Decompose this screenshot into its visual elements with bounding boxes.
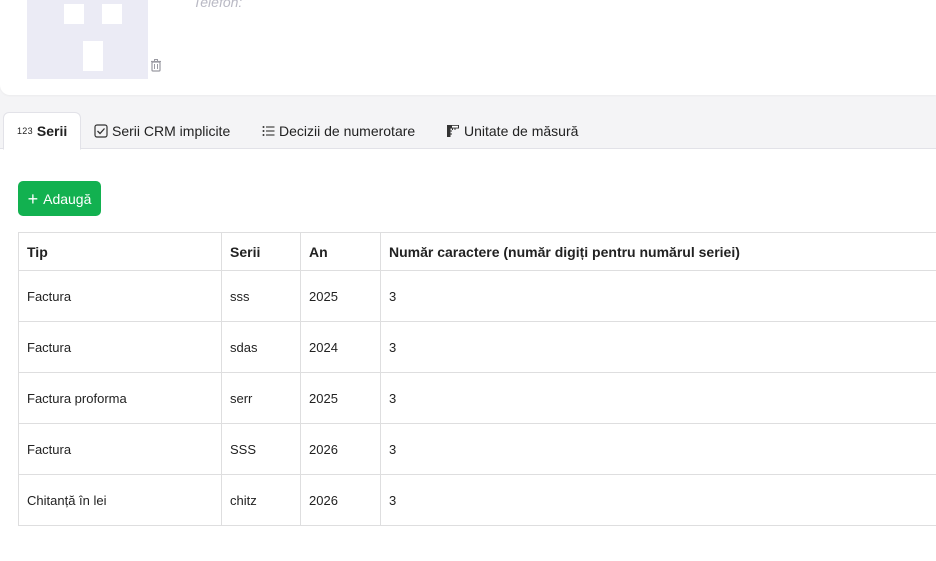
tab-serii-crm-implicite[interactable]: Serii CRM implicite	[94, 112, 230, 149]
plus-icon: +	[27, 188, 39, 209]
tab-unitate-de-masura[interactable]: Unitate de măsură	[446, 112, 578, 149]
checkbox-icon	[94, 123, 108, 138]
cell-serii: SSS	[221, 423, 301, 475]
tab-label: Serii	[36, 123, 68, 139]
add-button-label: Adaugă	[43, 190, 92, 207]
cell-serii: sss	[221, 270, 301, 322]
cell-numar-caractere: 3	[380, 270, 936, 322]
cell-numar-caractere: 3	[380, 423, 936, 475]
phone-label: Telefon:	[193, 0, 243, 10]
tab-label: Serii CRM implicite	[112, 122, 231, 139]
header-an[interactable]: An	[300, 232, 381, 271]
table-header-row: Tip Serii An Număr caractere (număr digi…	[18, 232, 936, 271]
table-row[interactable]: Factura sdas 2024 3	[18, 321, 936, 373]
cell-tip: Factura proforma	[18, 372, 222, 424]
cell-tip: Factura	[18, 423, 222, 475]
cell-an: 2025	[300, 372, 381, 424]
main-content: 123 Serii Serii CRM implicite Decizii de…	[0, 112, 936, 561]
add-button[interactable]: + Adaugă	[18, 181, 101, 216]
list-icon	[262, 125, 275, 137]
table-row[interactable]: Factura sss 2025 3	[18, 270, 936, 322]
tab-decizii-de-numerotare[interactable]: Decizii de numerotare	[262, 112, 415, 149]
table-row[interactable]: Factura SSS 2026 3	[18, 423, 936, 475]
table-row[interactable]: Factura proforma serr 2025 3	[18, 372, 936, 424]
cell-numar-caractere: 3	[380, 321, 936, 373]
cell-serii: serr	[221, 372, 301, 424]
header-serii[interactable]: Serii	[221, 232, 301, 271]
cell-serii: sdas	[221, 321, 301, 373]
company-card: Telefon:	[0, 0, 936, 95]
cell-tip: Chitanță în lei	[18, 474, 222, 526]
cell-tip: Factura	[18, 321, 222, 373]
cell-serii: chitz	[221, 474, 301, 526]
tab-serii[interactable]: 123 Serii	[3, 112, 82, 150]
trash-icon[interactable]	[149, 58, 163, 72]
cell-an: 2026	[300, 423, 381, 475]
cell-an: 2024	[300, 321, 381, 373]
header-tip[interactable]: Tip	[18, 232, 222, 271]
cell-an: 2025	[300, 270, 381, 322]
cell-an: 2026	[300, 474, 381, 526]
series-table: Tip Serii An Număr caractere (număr digi…	[18, 232, 936, 526]
tab-bar: 123 Serii Serii CRM implicite Decizii de…	[0, 112, 936, 150]
table-row[interactable]: Chitanță în lei chitz 2026 3	[18, 474, 936, 526]
cell-tip: Factura	[18, 270, 222, 322]
cell-numar-caractere: 3	[380, 372, 936, 424]
header-numar-caractere[interactable]: Număr caractere (număr digiți pentru num…	[380, 232, 936, 271]
logo-placeholder	[27, 0, 148, 79]
ruler-icon	[446, 124, 460, 138]
tab-label: Unitate de măsură	[464, 122, 579, 139]
tab-label: Decizii de numerotare	[279, 122, 416, 139]
cell-numar-caractere: 3	[380, 474, 936, 526]
numbers-icon: 123	[17, 126, 33, 136]
